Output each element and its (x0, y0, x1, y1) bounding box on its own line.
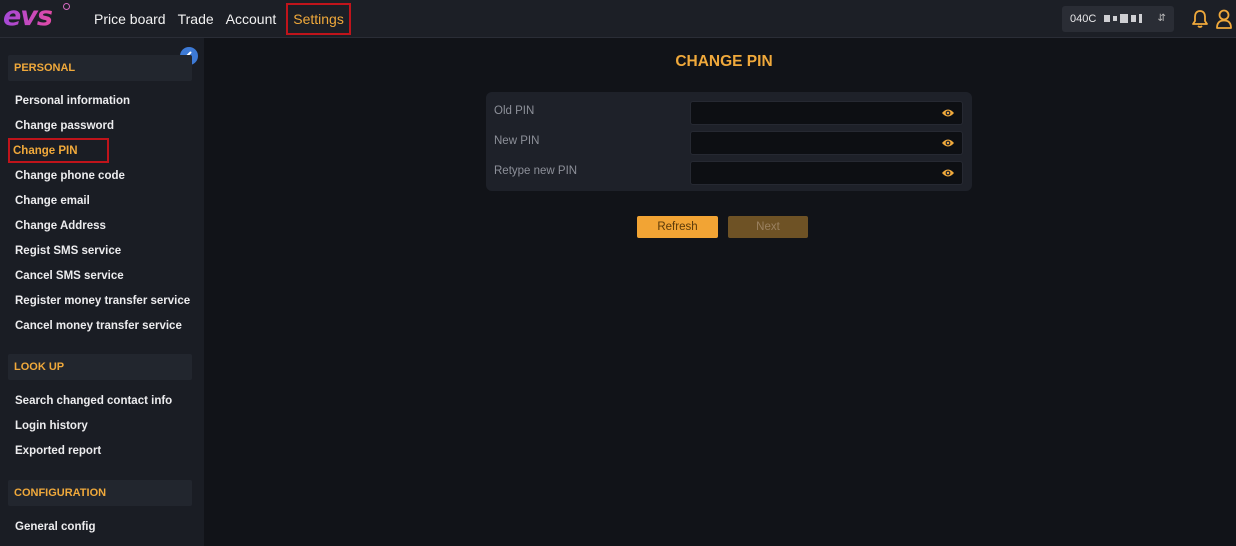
page-title: CHANGE PIN (675, 53, 773, 70)
main-nav: Price board Trade Account Settings (88, 2, 351, 35)
nav-settings[interactable]: Settings (286, 2, 351, 35)
sidebar-item-change-email[interactable]: Change email (10, 190, 95, 212)
form-row-new-pin: New PIN (486, 131, 972, 157)
sidebar-item-cancel-money-transfer[interactable]: Cancel money transfer service (10, 315, 187, 337)
sidebar-item-login-history[interactable]: Login history (10, 415, 93, 437)
top-bar: evs Price board Trade Account Settings 0… (0, 0, 1236, 38)
new-pin-label: New PIN (494, 135, 540, 147)
sidebar-item-change-password[interactable]: Change password (10, 115, 119, 137)
section-configuration: CONFIGURATION (8, 480, 192, 506)
caret-icon: ⇵ (1157, 13, 1166, 24)
sidebar: PERSONAL Personal information Change pas… (0, 38, 204, 546)
section-personal: PERSONAL (8, 55, 192, 81)
account-number-masked (1104, 14, 1143, 23)
top-right-controls: 040C ⇵ (1062, 0, 1236, 38)
user-icon[interactable] (1212, 6, 1236, 32)
next-button[interactable]: Next (728, 216, 808, 238)
change-pin-form: Old PIN New PIN Retype new PIN (486, 92, 972, 191)
old-pin-input[interactable] (690, 101, 963, 125)
sidebar-item-cancel-sms-service[interactable]: Cancel SMS service (10, 265, 129, 287)
sidebar-item-regist-sms-service[interactable]: Regist SMS service (10, 240, 126, 262)
account-prefix: 040C (1070, 12, 1097, 25)
eye-icon[interactable] (941, 137, 955, 149)
logo-text: evs (3, 1, 53, 32)
retype-pin-label: Retype new PIN (494, 165, 578, 177)
retype-pin-input[interactable] (690, 161, 963, 185)
main-content: CHANGE PIN Old PIN New PIN Retype new PI… (204, 38, 1236, 546)
eye-icon[interactable] (941, 107, 955, 119)
sidebar-item-register-money-transfer[interactable]: Register money transfer service (10, 290, 195, 312)
nav-trade[interactable]: Trade (172, 3, 220, 35)
sidebar-item-general-config[interactable]: General config (10, 516, 101, 538)
logo-ring-icon (63, 2, 70, 10)
sidebar-item-change-phone-code[interactable]: Change phone code (10, 165, 130, 187)
nav-price-board[interactable]: Price board (88, 3, 172, 35)
sidebar-item-search-changed-contact[interactable]: Search changed contact info (10, 390, 177, 412)
bell-icon[interactable] (1188, 6, 1212, 32)
form-row-retype-pin: Retype new PIN (486, 161, 972, 187)
app-logo[interactable]: evs (0, 0, 72, 38)
sidebar-item-personal-information[interactable]: Personal information (10, 90, 135, 112)
account-select[interactable]: 040C ⇵ (1062, 5, 1174, 32)
nav-account[interactable]: Account (220, 3, 283, 35)
old-pin-label: Old PIN (494, 105, 535, 117)
new-pin-input[interactable] (690, 131, 963, 155)
sidebar-item-change-address[interactable]: Change Address (10, 215, 111, 237)
section-look-up: LOOK UP (8, 354, 192, 380)
eye-icon[interactable] (941, 167, 955, 179)
refresh-button[interactable]: Refresh (637, 216, 718, 238)
sidebar-item-exported-report[interactable]: Exported report (10, 440, 106, 462)
form-row-old-pin: Old PIN (486, 101, 972, 127)
sidebar-item-change-pin[interactable]: Change PIN (8, 138, 109, 163)
